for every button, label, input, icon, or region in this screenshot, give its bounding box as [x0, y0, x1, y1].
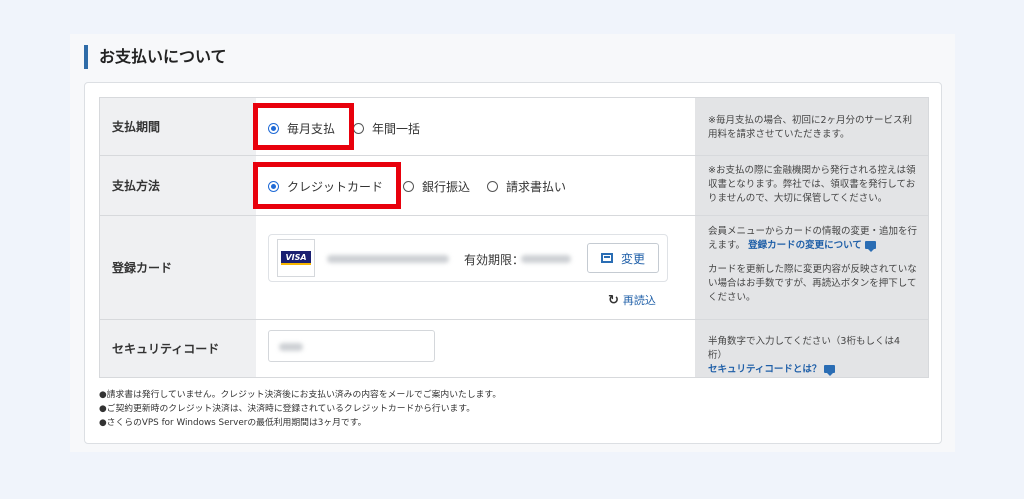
- row-registered-card: 登録カード VISA 有効期限： 変更 ↻ 再読込 会員メニューからカードの情報…: [100, 216, 928, 320]
- card-edit-icon: [600, 253, 613, 263]
- payment-period-label: 支払期間: [100, 98, 256, 155]
- footnote-item: ●ご契約更新時のクレジット決済は、決済時に登録されているクレジットカードから行い…: [99, 404, 476, 414]
- radio-unchecked-icon: [487, 181, 498, 192]
- help-bubble-icon: [864, 241, 876, 252]
- card-change-help-link[interactable]: 登録カードの変更について: [748, 240, 862, 251]
- payment-period-options: 毎月支払 年間一括: [253, 98, 695, 155]
- expiry-label: 有効期限：: [464, 253, 525, 267]
- payment-method-note: ※お支払の際に金融機関から発行される控えは領収書となります。弊社では、領収書を発…: [695, 156, 928, 215]
- security-code-value: [256, 320, 695, 377]
- visa-logo-icon: VISA: [277, 239, 315, 277]
- card-summary-box: VISA 有効期限： 変更: [268, 234, 668, 282]
- section-title: お支払いについて: [84, 45, 227, 69]
- change-card-button[interactable]: 変更: [587, 243, 659, 273]
- masked-card-number: [327, 255, 449, 263]
- card-reload-note-text: カードを更新した際に変更内容が反映されていない場合はお手数ですが、再読込ボタンを…: [708, 264, 917, 303]
- masked-security-code: [279, 343, 303, 351]
- payment-form-card: 支払期間 毎月支払 年間一括 ※毎月支払の場合、初回に2ヶ月分のサービス利用料を…: [84, 82, 942, 444]
- registered-card-note: 会員メニューからカードの情報の変更・追加を行えます。 登録カードの変更について …: [695, 216, 928, 319]
- radio-bank-transfer-label: 銀行振込: [422, 180, 471, 194]
- payment-method-label: 支払方法: [100, 156, 256, 215]
- payment-period-note: ※毎月支払の場合、初回に2ヶ月分のサービス利用料を請求させていただきます。: [695, 98, 928, 155]
- radio-unchecked-icon: [403, 181, 414, 192]
- security-code-label: セキュリティコード: [100, 320, 256, 377]
- reload-icon: ↻: [608, 292, 619, 308]
- footnotes: ●請求書は発行していません。クレジット決済後にお支払い済みの内容をメールでご案内…: [99, 388, 501, 430]
- reload-label: 再読込: [622, 294, 656, 307]
- radio-bank-transfer[interactable]: 銀行振込: [403, 178, 470, 195]
- payment-panel: お支払いについて 支払期間 毎月支払 年間一括 ※毎月支払の場合、初回に2ヶ月分…: [70, 34, 955, 452]
- highlight-box-period: [253, 103, 354, 150]
- registered-card-label: 登録カード: [100, 216, 256, 319]
- payment-form-table: 支払期間 毎月支払 年間一括 ※毎月支払の場合、初回に2ヶ月分のサービス利用料を…: [99, 97, 929, 378]
- radio-annual-label: 年間一括: [372, 122, 421, 136]
- security-note-text: 半角数字で入力してください（3桁もしくは4桁）: [708, 336, 901, 361]
- radio-invoice[interactable]: 請求書払い: [487, 178, 566, 195]
- footnote-item: ●さくらのVPS for Windows Serverの最低利用期間は3ヶ月です…: [99, 418, 367, 428]
- payment-method-options: クレジットカード 銀行振込 請求書払い: [253, 156, 695, 215]
- security-code-help-link[interactable]: セキュリティコードとは？: [708, 364, 821, 375]
- help-bubble-icon: [824, 365, 836, 376]
- row-payment-method: 支払方法 クレジットカード 銀行振込 請求書払い ※お支払の際に金融機関から発行…: [100, 156, 928, 216]
- security-code-input[interactable]: [268, 330, 435, 362]
- security-code-note: 半角数字で入力してください（3桁もしくは4桁） セキュリティコードとは？: [695, 320, 928, 377]
- radio-annual[interactable]: 年間一括: [353, 120, 420, 137]
- row-security-code: セキュリティコード 半角数字で入力してください（3桁もしくは4桁） セキュリティ…: [100, 320, 928, 377]
- highlight-box-method: [253, 162, 401, 209]
- radio-invoice-label: 請求書払い: [506, 180, 567, 194]
- registered-card-value: VISA 有効期限： 変更 ↻ 再読込: [256, 216, 695, 319]
- reload-link[interactable]: ↻ 再読込: [608, 292, 656, 308]
- radio-unchecked-icon: [353, 123, 364, 134]
- visa-brand-text: VISA: [281, 251, 311, 265]
- row-payment-period: 支払期間 毎月支払 年間一括 ※毎月支払の場合、初回に2ヶ月分のサービス利用料を…: [100, 98, 928, 156]
- masked-expiry-date: [521, 255, 571, 263]
- footnote-item: ●請求書は発行していません。クレジット決済後にお支払い済みの内容をメールでご案内…: [99, 390, 502, 400]
- change-card-label: 変更: [620, 251, 645, 266]
